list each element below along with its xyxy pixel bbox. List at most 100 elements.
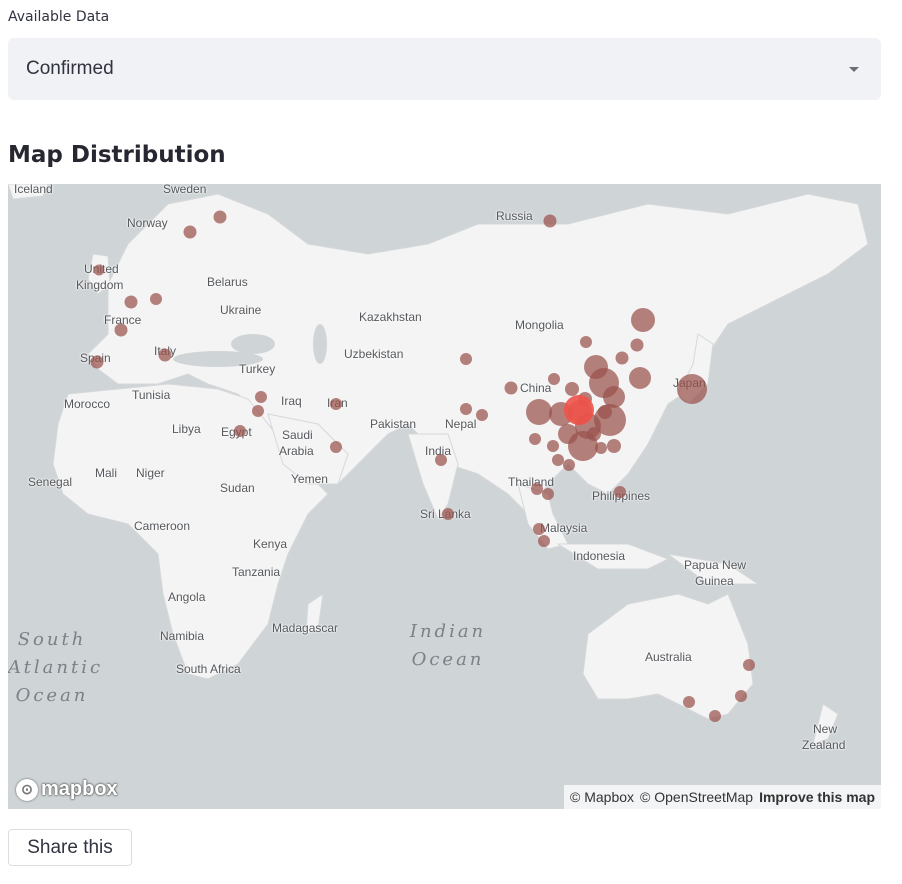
country-label: New xyxy=(813,722,838,736)
country-label: Mali xyxy=(95,466,118,480)
country-label: Indonesia xyxy=(573,549,626,563)
mapbox-credit-link[interactable]: © Mapbox xyxy=(570,789,634,805)
case-bubble[interactable] xyxy=(735,690,747,702)
country-label: Saudi xyxy=(282,428,313,442)
case-bubble[interactable] xyxy=(460,353,472,365)
select-label: Available Data xyxy=(8,9,110,25)
mapbox-logo[interactable]: ⊙ mapbox xyxy=(16,778,118,801)
case-bubble[interactable] xyxy=(90,355,104,369)
country-label: Cameroon xyxy=(134,519,191,533)
case-bubble[interactable] xyxy=(529,433,541,445)
case-bubble[interactable] xyxy=(442,508,454,520)
country-label: Kazakhstan xyxy=(359,310,422,324)
case-bubble[interactable] xyxy=(330,398,342,410)
country-label: South Africa xyxy=(176,662,241,676)
case-bubble[interactable] xyxy=(709,710,721,722)
country-label: Libya xyxy=(172,422,201,436)
case-bubble[interactable] xyxy=(629,367,651,389)
case-bubble[interactable] xyxy=(547,440,559,452)
country-label: China xyxy=(520,381,552,395)
case-bubble[interactable] xyxy=(558,424,578,444)
case-bubble[interactable] xyxy=(504,381,518,395)
country-label: Norway xyxy=(127,216,168,230)
case-bubble[interactable] xyxy=(587,427,601,441)
improve-map-link[interactable]: Improve this map xyxy=(759,789,875,805)
case-bubble[interactable] xyxy=(255,391,267,403)
case-bubble[interactable] xyxy=(563,459,575,471)
map-attribution: © Mapbox © OpenStreetMap Improve this ma… xyxy=(564,785,881,809)
case-bubble[interactable] xyxy=(630,338,644,352)
case-bubble[interactable] xyxy=(538,535,550,547)
case-bubble[interactable] xyxy=(435,454,447,466)
case-bubble[interactable] xyxy=(614,486,626,498)
case-bubble-highlight[interactable] xyxy=(564,395,594,425)
country-label: Turkey xyxy=(239,362,276,376)
country-label: Nepal xyxy=(445,417,477,431)
case-bubble[interactable] xyxy=(114,323,128,337)
case-bubble[interactable] xyxy=(124,295,138,309)
country-label: Russia xyxy=(496,209,533,223)
case-bubble[interactable] xyxy=(330,441,342,453)
country-label: Tunisia xyxy=(132,388,171,402)
select-value: Confirmed xyxy=(26,58,114,79)
case-bubble[interactable] xyxy=(548,373,560,385)
mapbox-icon: ⊙ xyxy=(16,778,38,801)
country-label: Kingdom xyxy=(76,278,124,292)
section-title: Map Distribution xyxy=(8,142,226,168)
case-bubble[interactable] xyxy=(542,488,554,500)
country-label: Arabia xyxy=(279,444,314,458)
country-label: Namibia xyxy=(160,629,205,643)
case-bubble[interactable] xyxy=(183,225,197,239)
country-label: Mongolia xyxy=(515,318,564,332)
country-label: Guinea xyxy=(695,574,734,588)
country-label: Sudan xyxy=(220,481,255,495)
case-bubble[interactable] xyxy=(234,425,246,437)
country-label: Australia xyxy=(645,650,692,664)
data-type-select[interactable]: Confirmed xyxy=(8,38,881,100)
country-label: Papua New xyxy=(684,558,747,572)
case-bubble[interactable] xyxy=(252,405,264,417)
case-bubble[interactable] xyxy=(150,293,162,305)
osm-credit-link[interactable]: © OpenStreetMap xyxy=(640,789,753,805)
map-view[interactable]: IcelandSwedenNorwayRussiaUnitedKingdomBe… xyxy=(8,184,881,809)
country-label: Niger xyxy=(136,466,165,480)
case-bubble[interactable] xyxy=(565,382,579,396)
country-label: Malaysia xyxy=(540,521,588,535)
ocean-label: Indian Ocean xyxy=(409,621,487,670)
case-bubble[interactable] xyxy=(631,308,655,332)
country-label: Iraq xyxy=(281,394,302,408)
case-bubble[interactable] xyxy=(580,336,592,348)
country-label: Uzbekistan xyxy=(344,347,404,361)
case-bubble[interactable] xyxy=(543,214,557,228)
country-label: Senegal xyxy=(28,475,73,489)
country-label: Tanzania xyxy=(232,565,281,579)
case-bubble[interactable] xyxy=(595,442,607,454)
country-label: Pakistan xyxy=(370,417,417,431)
case-bubble[interactable] xyxy=(615,351,629,365)
ocean-label: South Atlantic Ocean xyxy=(8,629,104,706)
case-bubble[interactable] xyxy=(533,523,545,535)
country-label: Iceland xyxy=(14,184,53,196)
case-bubble[interactable] xyxy=(460,403,472,415)
country-label: Ukraine xyxy=(220,303,262,317)
case-bubble[interactable] xyxy=(607,439,621,453)
case-bubble[interactable] xyxy=(683,696,695,708)
country-label: Morocco xyxy=(64,397,111,411)
country-label: Madagascar xyxy=(272,621,339,635)
country-label: Angola xyxy=(168,590,206,604)
case-bubble[interactable] xyxy=(93,264,105,276)
case-bubble[interactable] xyxy=(677,374,707,404)
case-bubble[interactable] xyxy=(476,409,488,421)
case-bubble[interactable] xyxy=(213,210,227,224)
map-land xyxy=(8,184,869,745)
logo-text: mapbox xyxy=(41,778,118,800)
country-label: Kenya xyxy=(253,537,288,551)
country-label: Zealand xyxy=(802,738,846,752)
chevron-down-icon[interactable] xyxy=(849,67,859,72)
country-label: Yemen xyxy=(291,472,328,486)
country-label: Sweden xyxy=(163,184,207,196)
case-bubble[interactable] xyxy=(598,405,612,419)
case-bubble[interactable] xyxy=(743,659,755,671)
case-bubble[interactable] xyxy=(158,348,172,362)
share-button[interactable]: Share this xyxy=(8,829,132,866)
